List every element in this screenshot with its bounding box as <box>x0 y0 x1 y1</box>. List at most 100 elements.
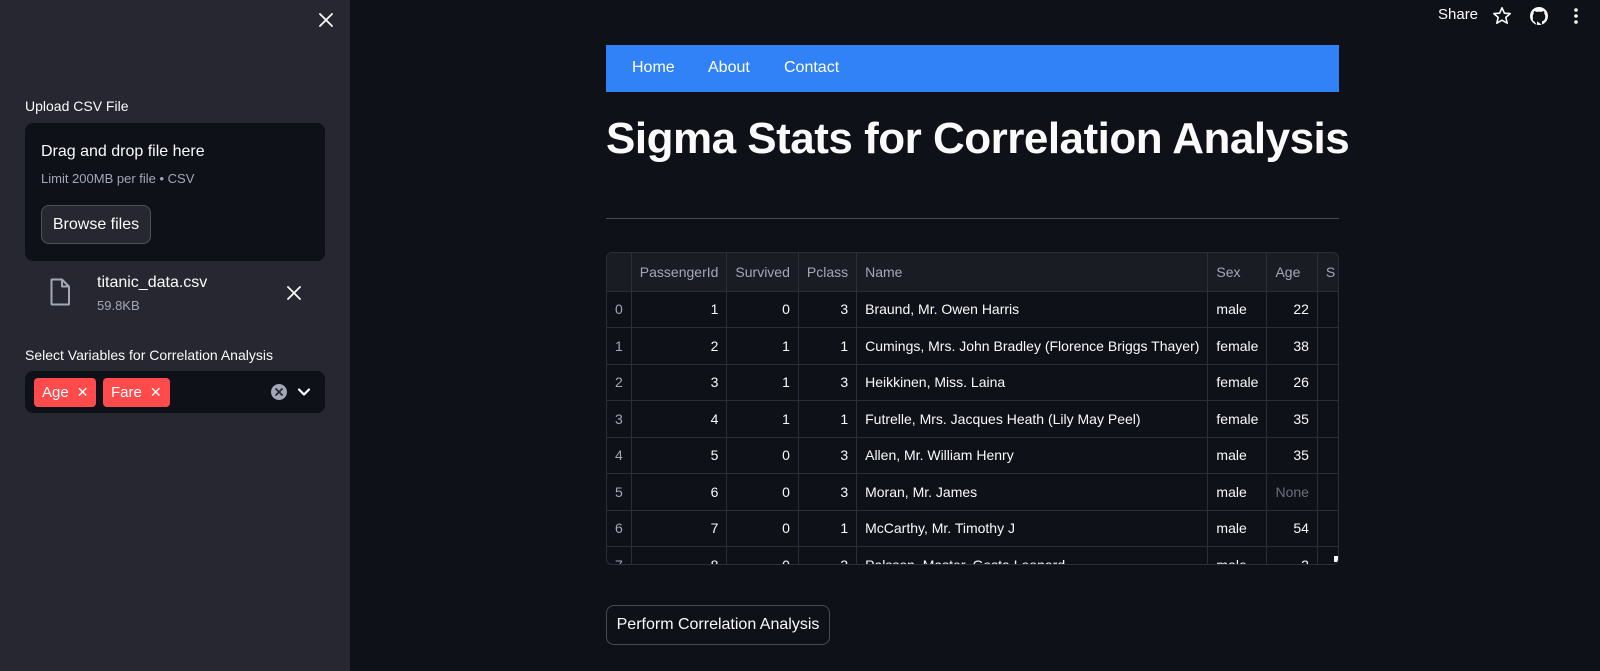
browse-files-button[interactable]: Browse files <box>41 205 151 244</box>
table-cell[interactable]: 5 <box>607 473 632 511</box>
table-cell[interactable]: 1 <box>726 364 799 401</box>
table-cell[interactable]: 38 <box>1266 327 1318 365</box>
column-header[interactable]: Pclass <box>798 253 858 292</box>
table-cell[interactable]: 3 <box>798 364 858 401</box>
table-cell[interactable]: Allen, Mr. William Henry <box>856 437 1209 474</box>
table-cell[interactable] <box>1317 473 1338 511</box>
table-cell[interactable]: 4 <box>607 437 632 474</box>
table-cell[interactable]: 35 <box>1266 400 1318 438</box>
table-cell[interactable]: 6 <box>607 510 632 547</box>
column-header[interactable]: Sex <box>1207 253 1268 292</box>
table-cell[interactable]: 0 <box>607 291 632 328</box>
table-cell[interactable]: male <box>1207 291 1268 328</box>
table-cell[interactable]: female <box>1207 327 1268 365</box>
table-cell[interactable]: male <box>1207 473 1268 511</box>
table-row[interactable]: 7 8 0 3 Palsson, Master. Gosta Leonard male 2 <box>607 546 1338 564</box>
table-cell[interactable]: 2 <box>631 327 728 365</box>
table-cell[interactable]: female <box>1207 364 1268 401</box>
table-cell[interactable]: male <box>1207 510 1268 547</box>
table-cell[interactable]: male <box>1207 437 1268 474</box>
table-cell[interactable]: 0 <box>726 546 799 564</box>
table-cell[interactable]: 1 <box>798 327 858 365</box>
close-sidebar-icon[interactable] <box>314 8 338 32</box>
table-cell[interactable]: 0 <box>726 291 799 328</box>
share-button[interactable]: Share <box>1438 6 1478 23</box>
table-cell[interactable]: McCarthy, Mr. Timothy J <box>856 510 1209 547</box>
table-cell[interactable]: 0 <box>726 473 799 511</box>
table-cell[interactable] <box>1317 291 1338 328</box>
column-header[interactable]: Age <box>1266 253 1318 292</box>
star-icon[interactable] <box>1491 5 1513 27</box>
perform-correlation-button[interactable]: Perform Correlation Analysis <box>606 605 830 645</box>
table-cell[interactable]: 2 <box>1266 546 1318 564</box>
column-header[interactable]: PassengerId <box>631 253 728 292</box>
table-cell[interactable]: Braund, Mr. Owen Harris <box>856 291 1209 328</box>
table-cell[interactable]: 0 <box>726 510 799 547</box>
table-cell[interactable]: 2 <box>607 364 632 401</box>
table-cell[interactable]: 1 <box>726 327 799 365</box>
nav-home[interactable]: Home <box>632 59 675 77</box>
table-cell[interactable]: 26 <box>1266 364 1318 401</box>
table-cell[interactable]: 3 <box>631 364 728 401</box>
table-row[interactable]: 0 1 0 3 Braund, Mr. Owen Harris male 22 <box>607 291 1338 328</box>
column-header[interactable]: S <box>1317 253 1338 292</box>
table-cell[interactable]: Futrelle, Mrs. Jacques Heath (Lily May P… <box>856 400 1209 438</box>
table-cell[interactable]: 3 <box>798 473 858 511</box>
resize-handle[interactable] <box>1334 556 1338 562</box>
clear-selection-icon[interactable] <box>270 383 288 401</box>
column-header[interactable]: Name <box>856 253 1209 292</box>
dropzone-limit: Limit 200MB per file • CSV <box>41 171 195 186</box>
table-cell[interactable]: 5 <box>631 437 728 474</box>
more-vert-icon[interactable] <box>1565 5 1587 27</box>
table-row[interactable]: 1 2 1 1 Cumings, Mrs. John Bradley (Florence… <box>607 327 1338 365</box>
table-row[interactable]: 2 3 1 3 Heikkinen, Miss. Laina female 26 <box>607 364 1338 401</box>
table-cell[interactable]: 8 <box>631 546 728 564</box>
table-cell[interactable]: Palsson, Master. Gosta Leonard <box>856 546 1209 564</box>
table-cell[interactable]: 1 <box>726 400 799 438</box>
file-dropzone[interactable]: Drag and drop file here Limit 200MB per … <box>25 123 325 261</box>
remove-file-icon[interactable] <box>283 282 305 304</box>
table-cell[interactable]: 22 <box>1266 291 1318 328</box>
table-cell[interactable]: None <box>1266 473 1318 511</box>
table-cell[interactable]: 1 <box>798 400 858 438</box>
table-cell[interactable]: 1 <box>607 327 632 365</box>
table-cell[interactable]: 3 <box>798 437 858 474</box>
table-cell[interactable]: female <box>1207 400 1268 438</box>
table-cell[interactable] <box>1317 510 1338 547</box>
nav-about[interactable]: About <box>708 59 750 77</box>
table-cell[interactable]: 7 <box>607 546 632 564</box>
table-cell[interactable] <box>1317 364 1338 401</box>
table-row[interactable]: 3 4 1 1 Futrelle, Mrs. Jacques Heath (Lily M… <box>607 400 1338 438</box>
remove-tag-icon[interactable]: ✕ <box>77 384 89 401</box>
table-cell[interactable]: 3 <box>798 291 858 328</box>
column-header[interactable]: Survived <box>726 253 799 292</box>
table-cell[interactable]: Cumings, Mrs. John Bradley (Florence Bri… <box>856 327 1209 365</box>
table-cell[interactable]: male <box>1207 546 1268 564</box>
table-cell[interactable]: 4 <box>631 400 728 438</box>
table-cell[interactable]: Heikkinen, Miss. Laina <box>856 364 1209 401</box>
table-row[interactable]: 5 6 0 3 Moran, Mr. James male None <box>607 473 1338 511</box>
table-cell[interactable]: 3 <box>798 546 858 564</box>
table-cell[interactable] <box>1317 327 1338 365</box>
table-cell[interactable]: 35 <box>1266 437 1318 474</box>
tag-label: Fare <box>111 384 142 401</box>
table-cell[interactable]: 54 <box>1266 510 1318 547</box>
table-cell[interactable]: 1 <box>631 291 728 328</box>
table-cell[interactable]: 6 <box>631 473 728 511</box>
table-cell[interactable]: 3 <box>607 400 632 438</box>
table-row[interactable]: 4 5 0 3 Allen, Mr. William Henry male 35 <box>607 437 1338 474</box>
table-cell[interactable] <box>1317 437 1338 474</box>
column-header[interactable] <box>607 253 632 292</box>
table-cell[interactable]: 0 <box>726 437 799 474</box>
github-icon[interactable] <box>1528 5 1550 27</box>
table-row[interactable]: 6 7 0 1 McCarthy, Mr. Timothy Jmale 54 <box>607 510 1338 547</box>
chevron-down-icon[interactable] <box>295 383 313 401</box>
table-cell[interactable] <box>1317 400 1338 438</box>
remove-tag-icon[interactable]: ✕ <box>150 384 162 401</box>
nav-contact[interactable]: Contact <box>784 59 839 77</box>
data-table[interactable]: PassengerId Survived Pclass Name Sex Age… <box>606 252 1339 565</box>
table-cell[interactable]: 1 <box>798 510 858 547</box>
variables-multiselect[interactable]: Age ✕ Fare ✕ <box>25 371 325 413</box>
table-cell[interactable]: Moran, Mr. James <box>856 473 1209 511</box>
table-cell[interactable]: 7 <box>631 510 728 547</box>
